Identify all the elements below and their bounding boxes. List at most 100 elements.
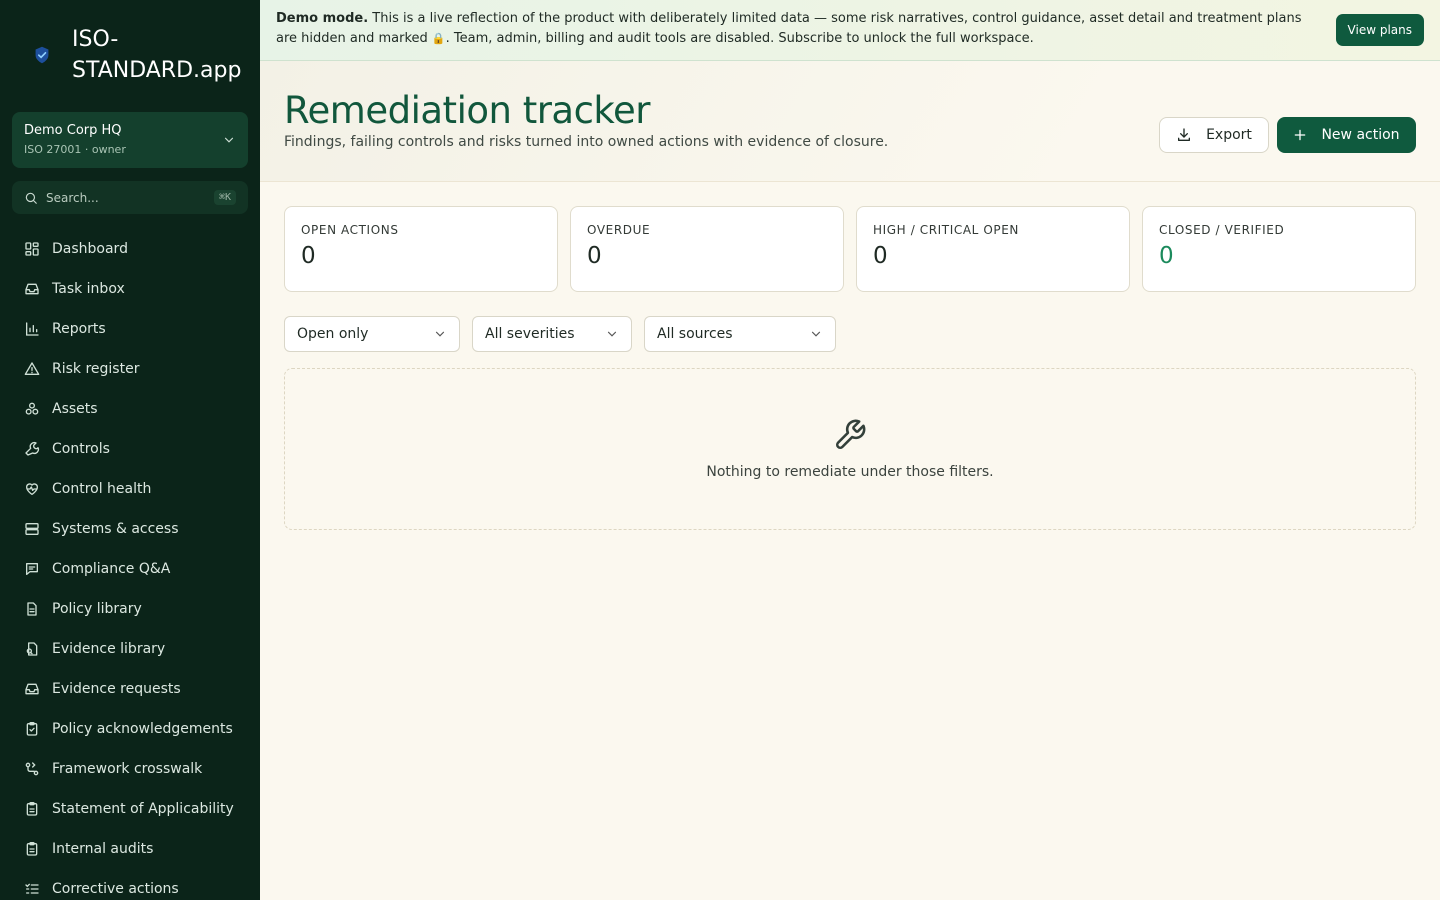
sidebar-item-evidence-library[interactable]: Evidence library [12, 629, 248, 669]
sidebar-item-corrective-actions[interactable]: Corrective actions [12, 869, 248, 900]
chevron-down-icon [809, 327, 823, 341]
new-action-button[interactable]: New action [1277, 117, 1416, 153]
workspace-subtitle: ISO 27001 · owner [24, 143, 126, 156]
sidebar-item-label: Framework crosswalk [52, 761, 203, 777]
sidebar-item-label: Task inbox [52, 281, 125, 297]
inbox-icon [24, 681, 40, 697]
sidebar-item-label: Statement of Applicability [52, 801, 234, 817]
brand[interactable]: ISO-STANDARD.app [24, 24, 252, 86]
bar-chart-icon [24, 321, 40, 337]
sidebar-item-internal-audits[interactable]: Internal audits [12, 829, 248, 869]
sidebar-item-label: Systems & access [52, 521, 179, 537]
demo-banner-body-end: . Team, admin, billing and audit tools a… [445, 31, 1034, 46]
sidebar-item-label: Evidence requests [52, 681, 181, 697]
stat-overdue: OVERDUE 0 [570, 206, 844, 292]
sidebar: ISO-STANDARD.app Demo Corp HQ ISO 27001 … [0, 0, 260, 900]
sidebar-item-label: Evidence library [52, 641, 166, 657]
sidebar-item-label: Controls [52, 441, 110, 457]
crosswalk-icon [24, 761, 40, 777]
stat-open-actions: OPEN ACTIONS 0 [284, 206, 558, 292]
download-icon [1176, 127, 1192, 143]
dashboard-icon [24, 241, 40, 257]
chevron-down-icon [433, 327, 447, 341]
stat-value: 0 [1159, 243, 1174, 269]
workspace-switcher[interactable]: Demo Corp HQ ISO 27001 · owner [12, 112, 248, 168]
workspace-name: Demo Corp HQ [24, 123, 122, 138]
chat-icon [24, 561, 40, 577]
sidebar-item-label: Risk register [52, 361, 140, 377]
source-filter-value: All sources [657, 326, 733, 342]
sidebar-item-label: Policy acknowledgements [52, 721, 233, 737]
server-icon [24, 521, 40, 537]
sidebar-item-statement-of-applicability[interactable]: Statement of Applicability [12, 789, 248, 829]
severity-filter-value: All severities [485, 326, 575, 342]
filters-row: Open only All severities All sources [284, 316, 836, 352]
inbox-icon [24, 281, 40, 297]
clipboard-icon [24, 801, 40, 817]
sidebar-item-label: Dashboard [52, 241, 128, 257]
sidebar-item-control-health[interactable]: Control health [12, 469, 248, 509]
sidebar-item-policy-library[interactable]: Policy library [12, 589, 248, 629]
sidebar-item-label: Control health [52, 481, 152, 497]
stats-row: OPEN ACTIONS 0 OVERDUE 0 HIGH / CRITICAL… [284, 206, 1416, 292]
status-filter-select[interactable]: Open only [284, 316, 460, 352]
sidebar-item-label: Compliance Q&A [52, 561, 171, 577]
lock-icon: 🔒 [431, 32, 446, 45]
view-plans-button[interactable]: View plans [1335, 14, 1424, 46]
stat-closed-verified: CLOSED / VERIFIED 0 [1142, 206, 1416, 292]
demo-banner: Demo mode. This is a live reflection of … [260, 0, 1440, 61]
chevron-down-icon [222, 132, 236, 151]
source-filter-select[interactable]: All sources [644, 316, 836, 352]
sidebar-item-task-inbox[interactable]: Task inbox [12, 269, 248, 309]
sidebar-item-policy-acknowledgements[interactable]: Policy acknowledgements [12, 709, 248, 749]
main-content: Demo mode. This is a live reflection of … [260, 0, 1440, 900]
sidebar-nav: Dashboard Task inbox Reports Risk regist… [12, 229, 248, 900]
page-subtitle: Findings, failing controls and risks tur… [284, 134, 889, 150]
plus-icon [1293, 128, 1307, 142]
evidence-icon [24, 641, 40, 657]
sidebar-item-label: Internal audits [52, 841, 154, 857]
empty-state: Nothing to remediate under those filters… [284, 368, 1416, 530]
wrench-icon [24, 441, 40, 457]
sidebar-item-risk-register[interactable]: Risk register [12, 349, 248, 389]
demo-banner-text: Demo mode. This is a live reflection of … [276, 9, 1326, 49]
chevron-down-icon [605, 327, 619, 341]
new-action-label: New action [1321, 127, 1400, 143]
clipboard-check-icon [24, 721, 40, 737]
brand-name: ISO-STANDARD.app [72, 27, 242, 83]
boxes-icon [24, 401, 40, 417]
sidebar-item-evidence-requests[interactable]: Evidence requests [12, 669, 248, 709]
sidebar-item-framework-crosswalk[interactable]: Framework crosswalk [12, 749, 248, 789]
stat-label: HIGH / CRITICAL OPEN [873, 223, 1020, 237]
sidebar-item-compliance-qa[interactable]: Compliance Q&A [12, 549, 248, 589]
stat-value: 0 [301, 243, 316, 269]
sidebar-item-label: Reports [52, 321, 106, 337]
sidebar-item-systems-access[interactable]: Systems & access [12, 509, 248, 549]
clipboard-icon [24, 841, 40, 857]
empty-state-text: Nothing to remediate under those filters… [706, 464, 994, 480]
sidebar-search[interactable]: ⌘K [12, 181, 248, 214]
stat-label: CLOSED / VERIFIED [1159, 223, 1285, 237]
page-header: Remediation tracker Findings, failing co… [260, 61, 1440, 182]
sidebar-item-label: Policy library [52, 601, 142, 617]
export-button[interactable]: Export [1159, 117, 1269, 153]
sidebar-item-dashboard[interactable]: Dashboard [12, 229, 248, 269]
search-input[interactable] [46, 190, 214, 205]
sidebar-item-assets[interactable]: Assets [12, 389, 248, 429]
sidebar-item-label: Assets [52, 401, 98, 417]
search-icon [24, 191, 38, 205]
status-filter-value: Open only [297, 326, 369, 342]
sidebar-item-reports[interactable]: Reports [12, 309, 248, 349]
warning-triangle-icon [24, 361, 40, 377]
stat-value: 0 [873, 243, 888, 269]
document-icon [24, 601, 40, 617]
stat-label: OPEN ACTIONS [301, 223, 399, 237]
shield-logo-icon [24, 37, 60, 73]
severity-filter-select[interactable]: All severities [472, 316, 632, 352]
export-label: Export [1206, 127, 1252, 143]
heart-pulse-icon [24, 481, 40, 497]
sidebar-item-controls[interactable]: Controls [12, 429, 248, 469]
wrench-icon [833, 418, 867, 452]
stat-high-critical-open: HIGH / CRITICAL OPEN 0 [856, 206, 1130, 292]
search-shortcut: ⌘K [213, 190, 236, 205]
